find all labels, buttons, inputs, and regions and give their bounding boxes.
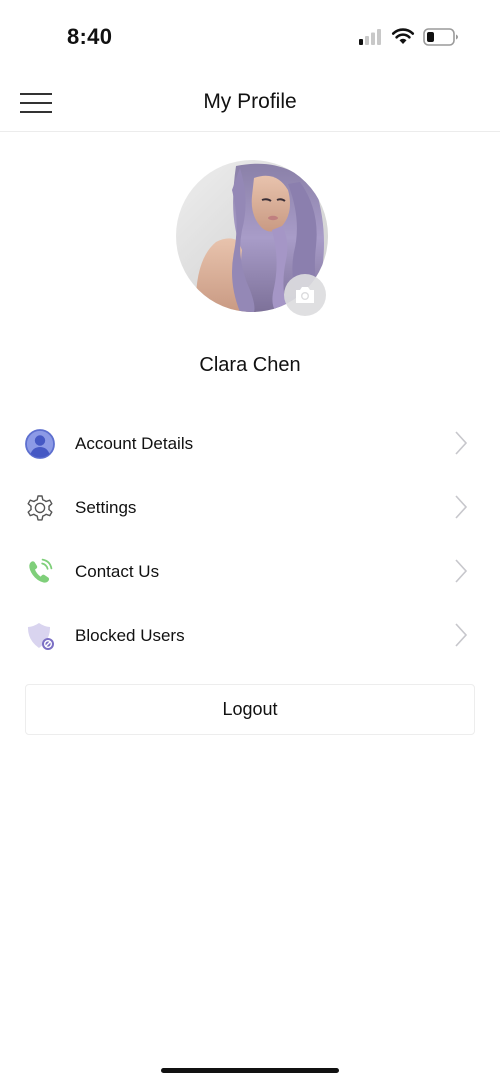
menu-item-label: Account Details — [75, 434, 194, 453]
home-indicator — [161, 1068, 339, 1073]
chevron-right-icon — [455, 495, 468, 519]
status-time: 8:40 — [67, 24, 113, 49]
menu-item-label: Contact Us — [75, 562, 160, 581]
chevron-right-icon — [455, 559, 468, 583]
menu-item-contact-us[interactable]: Contact Us — [0, 540, 500, 604]
user-name: Clara Chen — [199, 354, 301, 376]
avatar-container — [176, 160, 328, 316]
change-photo-button[interactable] — [284, 274, 326, 316]
account-icon — [25, 429, 55, 459]
navigation-bar: My Profile — [0, 72, 500, 132]
wifi-icon — [391, 28, 415, 44]
status-bar: 8:40 — [0, 0, 500, 72]
gear-icon — [27, 495, 53, 521]
camera-icon — [296, 287, 314, 303]
menu-item-blocked-users[interactable]: Blocked Users — [0, 604, 500, 668]
page-title: My Profile — [203, 90, 297, 113]
profile-menu-list: Account Details Settings Contact Us Bloc… — [0, 412, 500, 668]
phone-icon — [29, 558, 53, 583]
battery-icon — [423, 28, 458, 46]
profile-screen: 8:40 My Profile Clara Chen Account Detai… — [0, 0, 500, 1084]
chevron-right-icon — [455, 623, 468, 647]
logout-button[interactable]: Logout — [25, 684, 475, 735]
chevron-right-icon — [455, 431, 468, 455]
menu-item-label: Settings — [75, 498, 137, 517]
menu-item-label: Blocked Users — [75, 626, 185, 645]
menu-item-settings[interactable]: Settings — [0, 476, 500, 540]
blocked-shield-icon — [27, 623, 54, 650]
menu-item-account-details[interactable]: Account Details — [0, 412, 500, 476]
cellular-signal-icon — [359, 29, 381, 45]
